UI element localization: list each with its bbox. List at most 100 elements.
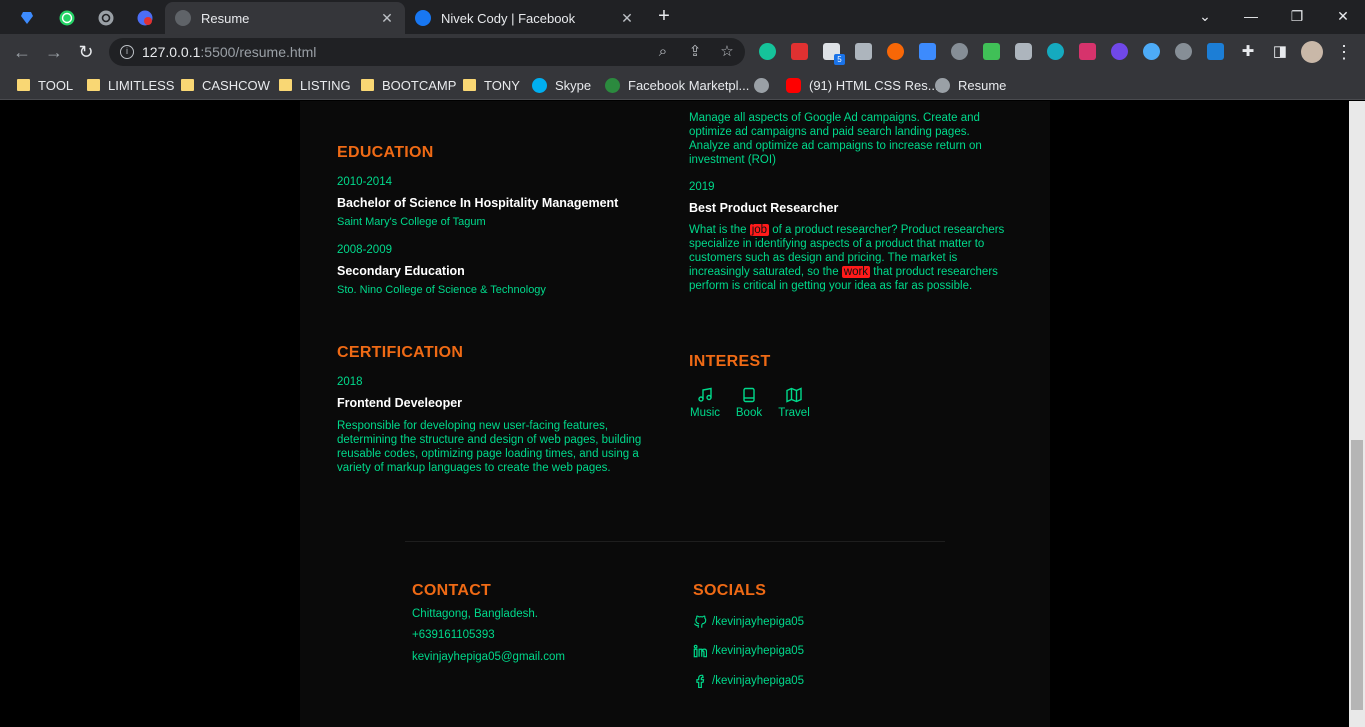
github-icon [693,615,707,628]
info-icon[interactable]: i [120,45,134,59]
zoom-icon[interactable]: ⌕ [654,43,672,61]
tab-search-chevron-icon[interactable]: ⌄ [1182,4,1228,28]
folder-icon [463,79,476,91]
globe-icon [935,77,950,93]
bookmark-label: LIMITLESS [108,77,175,93]
bookmark-label: Resume [958,77,1007,93]
facebook-icon [696,674,705,688]
pinned-tab-app[interactable] [130,5,160,31]
page-viewport: Manage all aspects of Google Ad campaign… [0,101,1349,727]
certification-name: Frontend Develeoper [337,396,463,410]
power-icon[interactable] [1175,43,1192,60]
social-facebook-link[interactable]: /kevinjayhepiga05 [693,674,804,688]
image-icon[interactable] [855,43,872,60]
avatar[interactable] [1301,41,1323,63]
map-icon [786,387,802,403]
tab-title: Nivek Cody | Facebook [441,10,576,26]
skype-icon [532,77,547,93]
close-window-button[interactable]: ✕ [1320,4,1365,28]
bookmark-skype[interactable]: Skype [532,76,591,94]
footer-divider [405,541,945,542]
interest-music: Music [685,387,725,419]
bookmark-resume[interactable]: Resume [935,76,1006,94]
tab-title: Resume [201,10,250,26]
scrollbar-thumb[interactable] [1351,440,1363,710]
social-linkedin-link[interactable]: /kevinjayhepiga05 [693,644,804,658]
grammarly-icon[interactable] [759,43,776,60]
power-icon [98,10,114,26]
contact-title: CONTACT [412,582,492,599]
contact-email[interactable]: kevinjayhepiga05@gmail.com [412,651,565,663]
bookmark-facebook-marketplace[interactable]: Facebook Marketpl... [605,76,749,94]
experience-title: Best Product Researcher [689,201,839,215]
address-bar[interactable]: i 127.0.0.1:5500/resume.html ⌕ ⇪ ☆ [109,38,745,66]
tab-resume[interactable]: Resume ✕ [165,2,405,34]
pinned-tab-gem[interactable] [12,5,42,31]
bookmark-cashcow[interactable]: CASHCOW [181,76,270,94]
tab-strip: Resume ✕ Nivek Cody | Facebook ✕ + ⌄ — ❐… [0,0,1365,34]
contact-phone[interactable]: +639161105393 [412,629,495,641]
gem-icon[interactable] [919,43,936,60]
social-github-link[interactable]: /kevinjayhepiga05 [693,615,804,629]
bookmark-star-icon[interactable]: ☆ [718,43,736,61]
side-panel-icon[interactable]: ◨ [1268,40,1292,64]
close-icon[interactable]: ✕ [619,10,635,27]
forward-icon[interactable]: → [42,40,66,64]
reload-icon[interactable]: ↻ [74,40,98,64]
experience-year: 2019 [689,181,715,193]
pinned-tab-whatsapp[interactable] [52,5,82,31]
eye-icon[interactable] [1047,43,1064,60]
interest-label: Music [689,407,721,419]
interest-book: Book [729,387,769,419]
url-host: 127.0.0.1 [142,44,201,60]
bookmark-youtube[interactable]: (91) HTML CSS Res... [786,76,939,94]
education-degree: Secondary Education [337,264,465,278]
puzzle-icon[interactable]: ✚ [1236,40,1260,64]
url-text[interactable]: 127.0.0.1:5500/resume.html [142,44,316,60]
upload-icon[interactable] [1207,43,1224,60]
share-icon[interactable]: ⇪ [686,43,704,61]
s-icon[interactable] [951,43,968,60]
shield-icon[interactable] [1015,43,1032,60]
bookmark-label: Facebook Marketpl... [628,77,750,93]
certification-description: Responsible for developing new user-faci… [337,420,642,474]
folder-icon [279,79,292,91]
bookmark-tony[interactable]: TONY [463,76,520,94]
avatar-extension-icon[interactable] [1079,43,1096,60]
experience-description: Manage all aspects of Google Ad campaign… [689,112,982,166]
experience-description: What is the job of a product researcher?… [689,223,1009,293]
bookmark-limitless[interactable]: LIMITLESS [87,76,174,94]
socials-title: SOCIALS [693,582,767,599]
certification-title: CERTIFICATION [337,344,464,361]
bookmark-bootcamp[interactable]: BOOTCAMP [361,76,456,94]
education-school: Sto. Nino College of Science & Technolog… [337,284,546,296]
plus-circle-icon[interactable] [1143,43,1160,60]
menu-dots-icon[interactable]: ⋮ [1332,40,1356,64]
new-tab-button[interactable]: + [642,4,686,28]
minimize-button[interactable]: — [1228,4,1274,28]
restore-button[interactable]: ❐ [1274,4,1320,28]
contact-address: Chittagong, Bangladesh. [412,608,538,620]
social-handle: /kevinjayhepiga05 [712,645,805,657]
bookmark-label: TOOL [38,77,74,93]
tab-facebook[interactable]: Nivek Cody | Facebook ✕ [405,2,645,34]
bookmark-globe[interactable] [754,76,777,94]
interest-travel: Travel [774,387,814,419]
youtube-icon [786,77,801,93]
bookmark-label: TONY [484,77,520,93]
cube-icon[interactable] [983,43,1000,60]
lock-icon[interactable] [791,43,808,60]
bookmark-tool[interactable]: TOOL [17,76,73,94]
bitly-icon[interactable] [887,43,904,60]
bookmarks-bar: TOOL LIMITLESS CASHCOW LISTING BOOTCAMP … [0,70,1365,100]
back-icon[interactable]: ← [10,40,34,64]
linkedin-icon [693,644,707,658]
pinned-tab-power[interactable] [91,5,121,31]
sparkle-icon[interactable] [1111,43,1128,60]
interest-label: Travel [778,407,810,419]
close-icon[interactable]: ✕ [379,10,395,27]
app-icon [137,10,153,26]
bookmark-label: LISTING [300,77,351,93]
bookmark-listing[interactable]: LISTING [279,76,351,94]
extension-badge: 5 [834,54,845,65]
